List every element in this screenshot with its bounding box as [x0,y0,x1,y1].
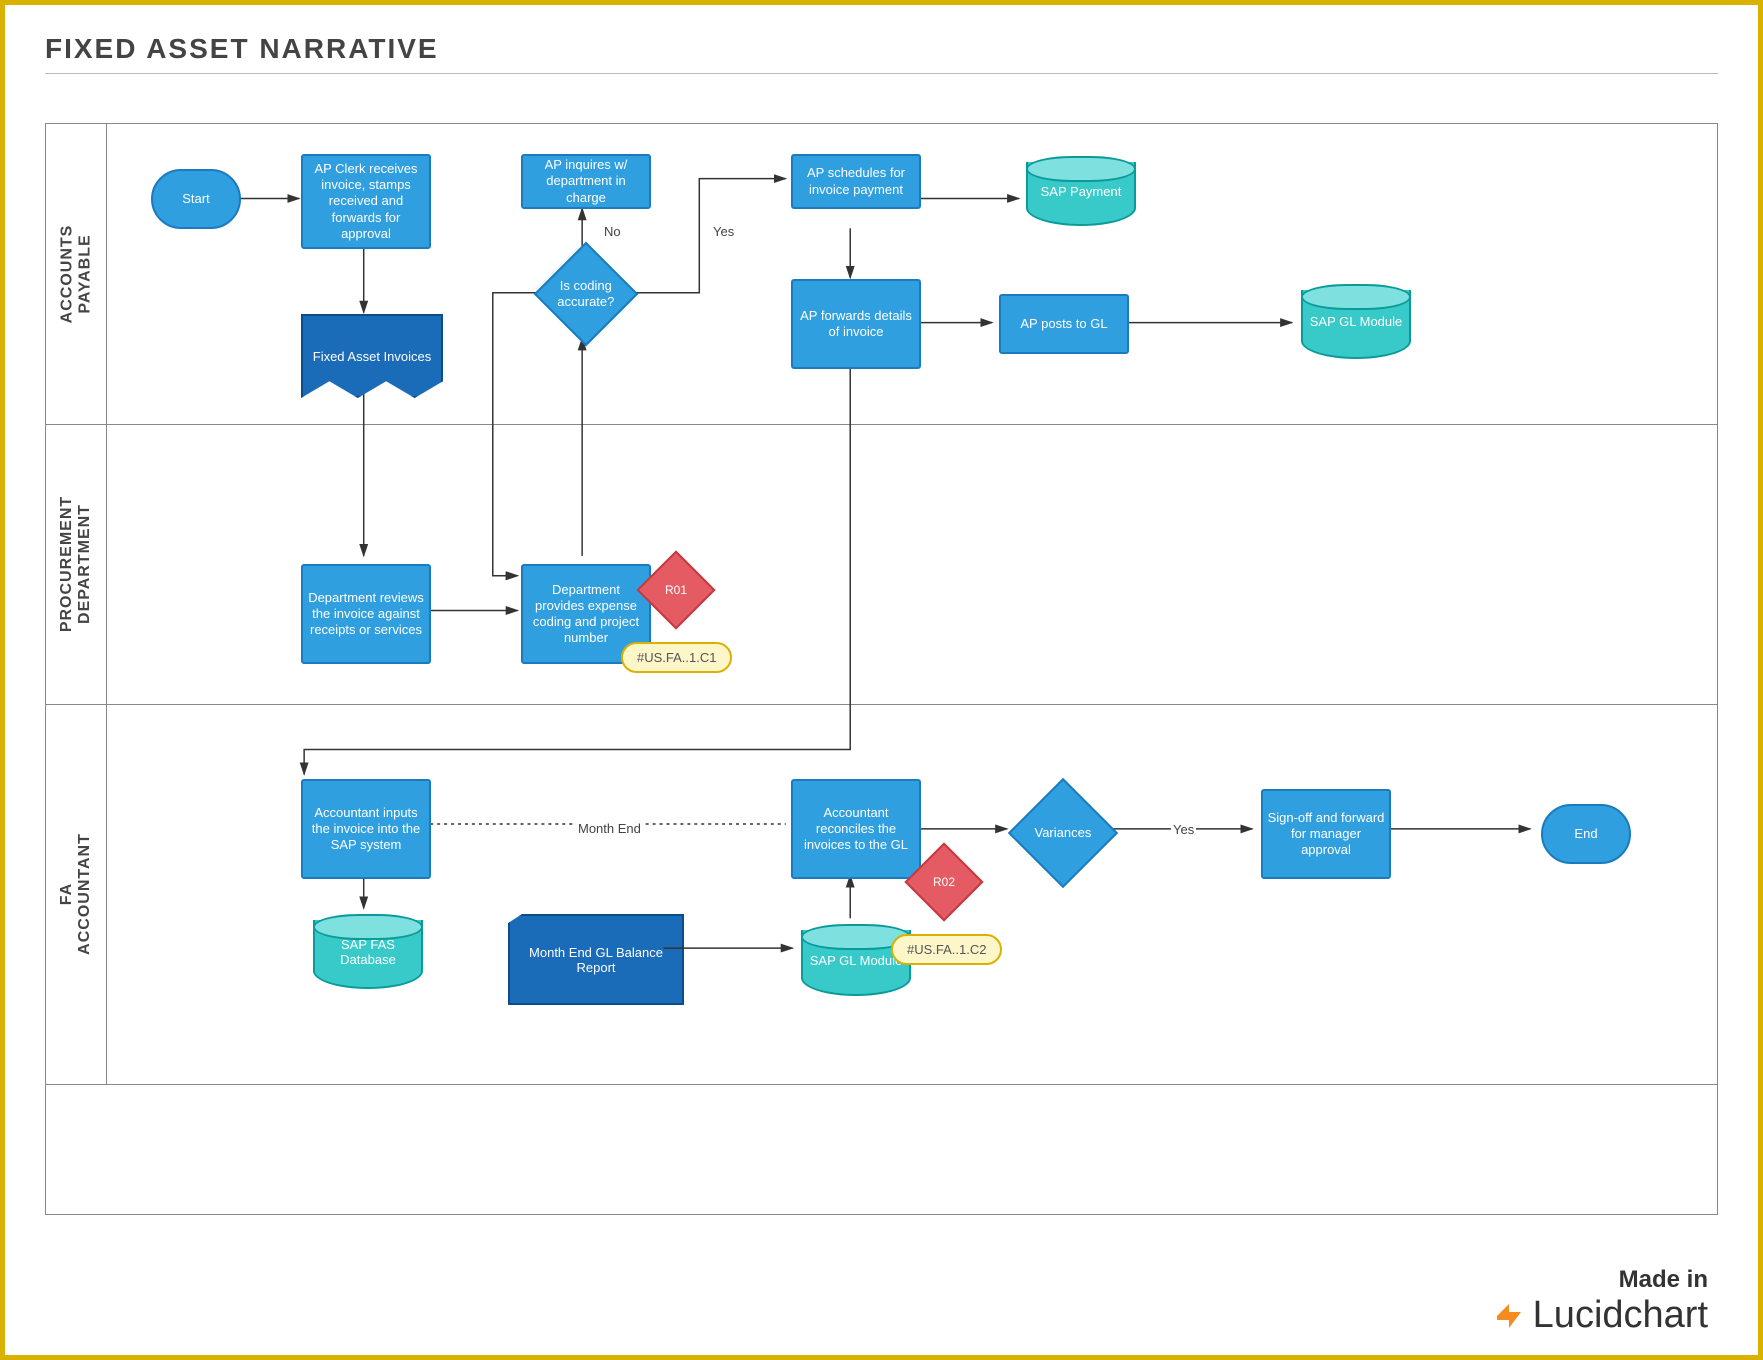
month-end-label: Month End [576,821,643,836]
dept-review-process: Department reviews the invoice against r… [301,564,431,664]
ap-forward-process: AP forwards details of invoice [791,279,921,369]
ap-receive-process: AP Clerk receives invoice, stamps receiv… [301,154,431,249]
reference-tag-2: #US.FA..1.C2 [891,934,1002,965]
brand-label: Lucidchart [1493,1294,1708,1337]
accountant-input-process: Accountant inputs the invoice into the S… [301,779,431,879]
lane-label-fa-accountant: FA ACCOUNTANT [58,833,94,955]
edge-label-yes: Yes [711,224,736,239]
sap-gl-module-db-1: SAP GL Module [1301,284,1411,359]
swimlane-canvas: ACCOUNTS PAYABLE PROCUREMENT DEPARTMENT … [45,123,1718,1215]
month-end-report: Month End GL Balance Report [508,914,684,1005]
lucidchart-logo-icon [1493,1300,1525,1332]
footer: Made in Lucidchart [1493,1266,1708,1337]
ap-schedule-process: AP schedules for invoice payment [791,154,921,209]
accountant-reconcile-process: Accountant reconciles the invoices to th… [791,779,921,879]
sap-fas-db: SAP FAS Database [313,914,423,989]
fixed-asset-invoices-doc: Fixed Asset Invoices [301,314,443,398]
reference-tag-1: #US.FA..1.C1 [621,642,732,673]
title-divider [45,73,1718,74]
start-terminator: Start [151,169,241,229]
made-in-label: Made in [1493,1266,1708,1294]
diagram-frame: FIXED ASSET NARRATIVE ACCOUNTS PAYABLE P… [0,0,1763,1360]
ap-post-gl-process: AP posts to GL [999,294,1129,354]
end-terminator: End [1541,804,1631,864]
edge-label-no: No [602,224,623,239]
lane-label-procurement: PROCUREMENT DEPARTMENT [58,496,94,632]
ap-inquire-process: AP inquires w/ department in charge [521,154,651,209]
page-title: FIXED ASSET NARRATIVE [45,33,1718,65]
lane-label-ap: ACCOUNTS PAYABLE [58,225,94,324]
signoff-process: Sign-off and forward for manager approva… [1261,789,1391,879]
edge-label-yes-2: Yes [1171,822,1196,837]
sap-payment-db: SAP Payment [1026,156,1136,226]
